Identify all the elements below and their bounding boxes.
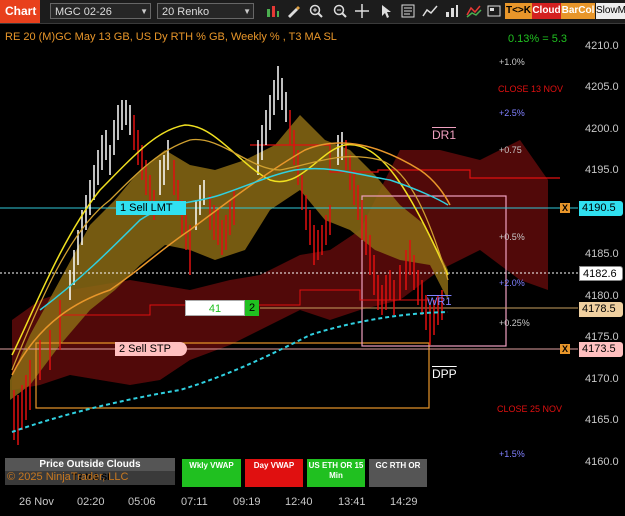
drawing-tools-icon[interactable] bbox=[466, 3, 482, 19]
level-label: DR1 bbox=[432, 128, 457, 142]
wkly-vwap-button[interactable]: Wkly VWAP bbox=[182, 459, 241, 487]
copyright: © 2025 NinjaTrader, LLC bbox=[7, 471, 129, 483]
chart-tab[interactable]: Chart bbox=[0, 0, 40, 23]
price-chart[interactable] bbox=[0, 24, 625, 516]
time-tick: 13:41 bbox=[338, 496, 366, 508]
time-tick: 05:06 bbox=[128, 496, 156, 508]
price-outside-clouds-label: Price Outside Clouds bbox=[5, 458, 175, 471]
sell-stp-order-tag[interactable]: 2 Sell STP bbox=[115, 342, 187, 356]
level-label: +0.25% bbox=[499, 318, 530, 328]
us-eth-or-button[interactable]: US ETH OR 15 Min bbox=[307, 459, 365, 487]
level-price-marker: 4178.5 bbox=[579, 302, 623, 317]
price-tick: 4205.0 bbox=[585, 81, 619, 93]
bar-type-label: 20 Renko bbox=[162, 6, 210, 18]
position-count[interactable]: 2 bbox=[245, 300, 259, 316]
pencil-icon[interactable] bbox=[285, 3, 301, 19]
time-tick: 02:20 bbox=[77, 496, 105, 508]
cloud-button[interactable]: Cloud bbox=[532, 3, 561, 19]
indicators-icon[interactable] bbox=[422, 3, 438, 19]
level-label: +2.0% bbox=[499, 278, 525, 288]
time-tick: 12:40 bbox=[285, 496, 313, 508]
price-tick: 4180.0 bbox=[585, 290, 619, 302]
properties-icon[interactable] bbox=[400, 3, 416, 19]
price-tick: 4185.0 bbox=[585, 248, 619, 260]
level-label: DPP bbox=[432, 367, 457, 381]
price-tick: 4195.0 bbox=[585, 164, 619, 176]
level-label: WR1 bbox=[427, 296, 452, 308]
level-label: CLOSE 13 NOV bbox=[498, 84, 564, 94]
strategies-icon[interactable] bbox=[444, 3, 460, 19]
price-tick: 4200.0 bbox=[585, 123, 619, 135]
level-label: +2.5% bbox=[499, 108, 525, 118]
level-label: CLOSE 25 NOV bbox=[497, 404, 563, 414]
price-tick: 4160.0 bbox=[585, 456, 619, 468]
bar-type-selector[interactable]: 20 Renko ▼ bbox=[157, 3, 254, 19]
sell-lmt-price-marker: 4190.5 bbox=[579, 201, 623, 216]
data-box-icon[interactable] bbox=[486, 3, 502, 19]
bar-chart-icon[interactable] bbox=[265, 3, 281, 19]
sell-lmt-order-tag[interactable]: 1 Sell LMT bbox=[116, 201, 186, 215]
day-vwap-button[interactable]: Day VWAP bbox=[245, 459, 303, 487]
chart-title: RE 20 (M)GC May 13 GB, US Dy RTH % GB, W… bbox=[5, 31, 337, 43]
gc-rth-or-button[interactable]: GC RTH OR bbox=[369, 459, 427, 487]
tk-button[interactable]: T<>K bbox=[505, 3, 532, 19]
instrument-selector[interactable]: MGC 02-26 ▼ bbox=[50, 3, 151, 19]
level-label: +0.5% bbox=[499, 232, 525, 242]
zoom-out-icon[interactable] bbox=[332, 3, 348, 19]
zoom-in-icon[interactable] bbox=[308, 3, 324, 19]
time-tick: 26 Nov bbox=[19, 496, 54, 508]
position-qty[interactable]: 41 bbox=[185, 300, 245, 316]
level-label: +1.0% bbox=[499, 57, 525, 67]
chevron-down-icon: ▼ bbox=[243, 7, 251, 16]
close-order-icon[interactable]: X bbox=[560, 344, 570, 354]
last-price-marker: 4182.6 bbox=[579, 266, 623, 281]
time-tick: 14:29 bbox=[390, 496, 418, 508]
instrument-label: MGC 02-26 bbox=[55, 6, 112, 18]
slowm-button[interactable]: SlowM bbox=[596, 3, 625, 19]
pct-change-readout: 0.13% = 5.3 bbox=[508, 33, 568, 45]
sell-stp-price-marker: 4173.5 bbox=[579, 342, 623, 357]
price-tick: 4170.0 bbox=[585, 373, 619, 385]
cursor-icon[interactable] bbox=[378, 3, 394, 19]
crosshair-icon[interactable] bbox=[354, 3, 370, 19]
chart-toolbar: Chart MGC 02-26 ▼ 20 Renko ▼ T<>K Cloud … bbox=[0, 0, 625, 24]
barcol-button[interactable]: BarCol bbox=[561, 3, 595, 19]
price-tick: 4210.0 bbox=[585, 40, 619, 52]
price-tick: 4165.0 bbox=[585, 414, 619, 426]
level-label: +1.5% bbox=[499, 449, 525, 459]
level-label: +0.75 bbox=[499, 145, 522, 155]
close-order-icon[interactable]: X bbox=[560, 203, 570, 213]
time-tick: 09:19 bbox=[233, 496, 261, 508]
chevron-down-icon: ▼ bbox=[140, 7, 148, 16]
time-tick: 07:11 bbox=[181, 496, 208, 508]
